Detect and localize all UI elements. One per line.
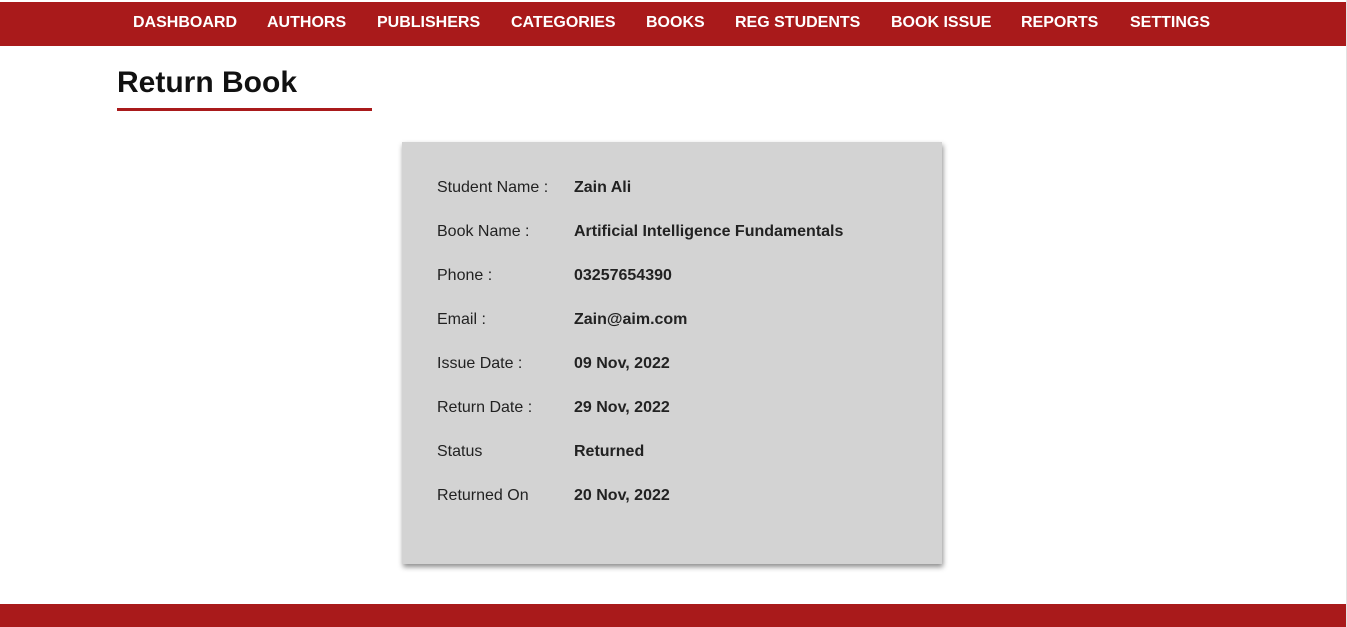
detail-value: Zain Ali (574, 179, 632, 196)
footer-bar (0, 604, 1347, 627)
top-navbar: DASHBOARD AUTHORS PUBLISHERS CATEGORIES … (0, 2, 1347, 46)
nav-item-authors[interactable]: AUTHORS (267, 2, 346, 46)
detail-label: Status (437, 443, 483, 460)
nav-item-reports[interactable]: REPORTS (1021, 2, 1098, 46)
detail-row-email: Email : Zain@aim.com (437, 311, 917, 335)
return-details-card: Student Name : Zain Ali Book Name : Arti… (402, 142, 942, 564)
detail-row-returned-on: Returned On 20 Nov, 2022 (437, 487, 917, 511)
nav-item-books[interactable]: BOOKS (646, 2, 705, 46)
nav-item-settings[interactable]: SETTINGS (1130, 2, 1210, 46)
detail-value: Zain@aim.com (574, 311, 688, 328)
detail-label: Issue Date : (437, 355, 523, 372)
detail-row-issue-date: Issue Date : 09 Nov, 2022 (437, 355, 917, 379)
detail-value: 03257654390 (574, 267, 672, 284)
detail-label: Student Name : (437, 179, 549, 196)
detail-row-book-name: Book Name : Artificial Intelligence Fund… (437, 223, 917, 247)
nav-item-publishers[interactable]: PUBLISHERS (377, 2, 480, 46)
detail-label: Phone : (437, 267, 493, 284)
detail-row-phone: Phone : 03257654390 (437, 267, 917, 291)
detail-label: Book Name : (437, 223, 530, 240)
nav-item-reg-students[interactable]: REG STUDENTS (735, 2, 860, 46)
title-underline (117, 108, 372, 111)
detail-label: Email : (437, 311, 486, 328)
detail-value: 09 Nov, 2022 (574, 355, 670, 372)
nav-item-dashboard[interactable]: DASHBOARD (133, 2, 237, 46)
nav-item-book-issue[interactable]: BOOK ISSUE (891, 2, 991, 46)
detail-label: Returned On (437, 487, 529, 504)
detail-value: Artificial Intelligence Fundamentals (574, 223, 844, 240)
nav-item-categories[interactable]: CATEGORIES (511, 2, 616, 46)
page-title: Return Book (117, 66, 297, 99)
page: DASHBOARD AUTHORS PUBLISHERS CATEGORIES … (0, 0, 1347, 627)
detail-label: Return Date : (437, 399, 533, 416)
detail-row-student-name: Student Name : Zain Ali (437, 179, 917, 203)
detail-value: 29 Nov, 2022 (574, 399, 670, 416)
detail-value: 20 Nov, 2022 (574, 487, 670, 504)
detail-row-status: Status Returned (437, 443, 917, 467)
status-value: Returned (574, 443, 645, 460)
detail-row-return-date: Return Date : 29 Nov, 2022 (437, 399, 917, 423)
